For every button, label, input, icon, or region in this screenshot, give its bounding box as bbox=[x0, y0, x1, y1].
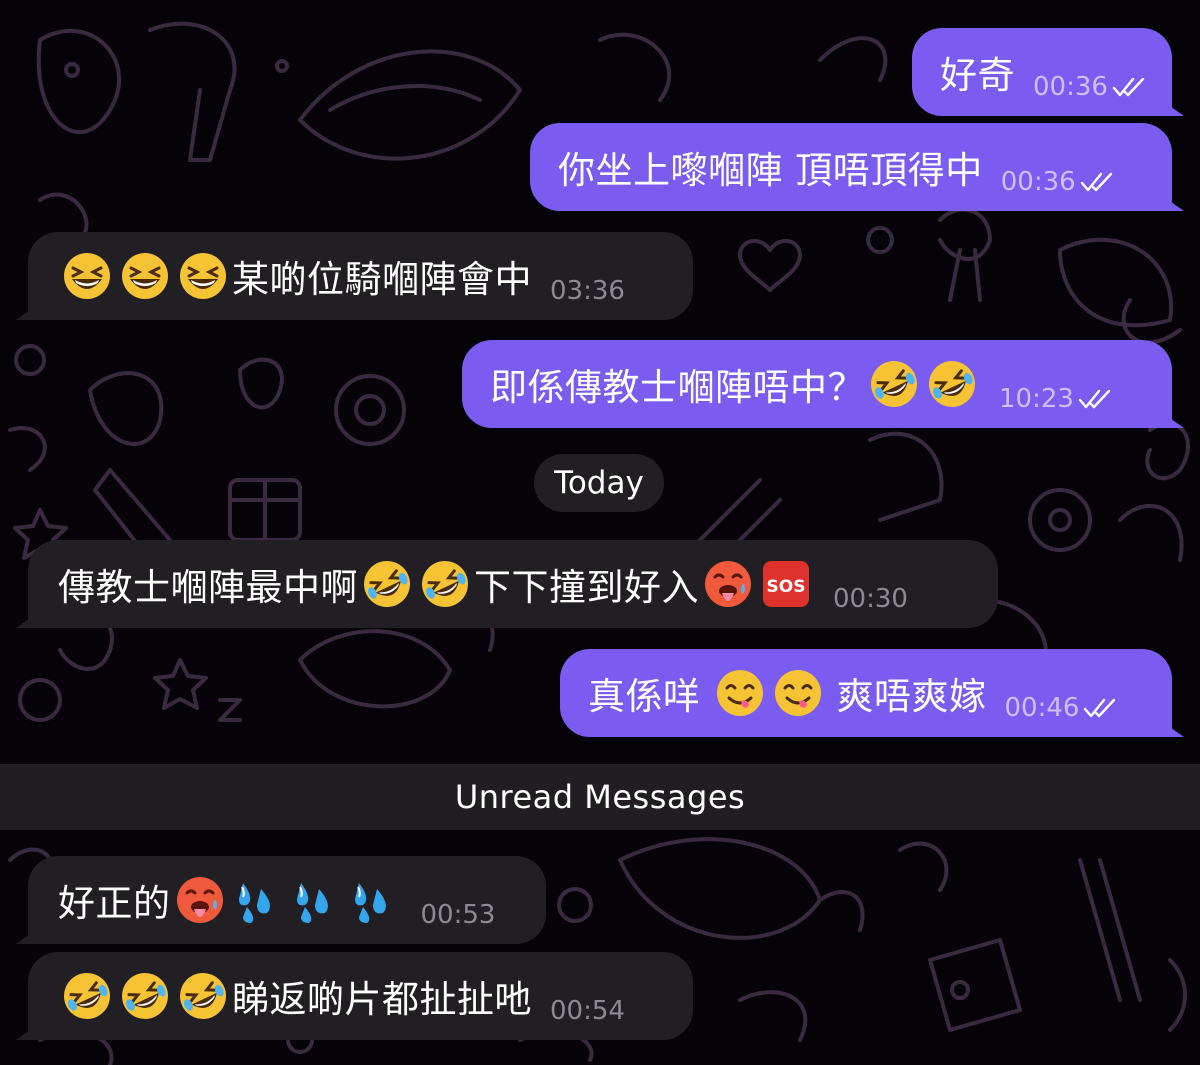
message-text: 傳教士嗰陣最中啊 bbox=[58, 566, 358, 609]
outgoing-message[interactable]: 即係傳教士嗰陣唔中？ 10:23 bbox=[462, 340, 1172, 428]
date-separator: Today bbox=[534, 454, 664, 512]
time-label: 00:46 bbox=[1004, 693, 1080, 723]
time-label: 03:36 bbox=[550, 276, 625, 306]
time-label: 00:54 bbox=[550, 996, 625, 1026]
sweat-droplets-emoji-icon bbox=[349, 875, 399, 925]
rolling-laughing-emoji-icon bbox=[120, 971, 170, 1021]
incoming-message[interactable]: 睇返啲片都扯扯吔 00:54 bbox=[28, 952, 693, 1040]
incoming-message[interactable]: 好正的 00:53 bbox=[28, 856, 546, 944]
incoming-message[interactable]: 某啲位騎嗰陣會中 03:36 bbox=[28, 232, 693, 320]
double-check-read-icon bbox=[1080, 172, 1112, 192]
sos-button-emoji-icon: SOS bbox=[761, 559, 811, 609]
rolling-laughing-emoji-icon bbox=[62, 971, 112, 1021]
time-label: 10:23 bbox=[999, 384, 1074, 414]
message-timestamp: 00:36 bbox=[1001, 167, 1116, 197]
outgoing-message[interactable]: 你坐上嚟嗰陣 頂唔頂得中 00:36 bbox=[530, 123, 1172, 211]
message-text: 睇返啲片都扯扯吔 bbox=[232, 978, 532, 1021]
grinning-squint-emoji-icon bbox=[62, 251, 112, 301]
yum-face-emoji-icon bbox=[773, 668, 823, 718]
time-label: 00:30 bbox=[833, 584, 908, 614]
rolling-laughing-emoji-icon bbox=[927, 359, 977, 409]
outgoing-message[interactable]: 好奇 00:36 bbox=[912, 28, 1172, 116]
message-timestamp: 03:36 bbox=[550, 276, 625, 306]
message-timestamp: 00:53 bbox=[421, 900, 496, 930]
message-text: 即係傳教士嗰陣唔中？ bbox=[490, 366, 865, 409]
message-timestamp: 00:46 bbox=[1005, 693, 1120, 723]
message-text: 某啲位騎嗰陣會中 bbox=[232, 258, 532, 301]
grinning-squint-emoji-icon bbox=[120, 251, 170, 301]
message-timestamp: 00:30 bbox=[833, 584, 908, 614]
message-text: 真係咩 bbox=[588, 675, 701, 718]
message-text: 爽唔爽嫁 bbox=[836, 675, 987, 718]
message-text: 你坐上嚟嗰陣 頂唔頂得中 bbox=[558, 149, 983, 192]
incoming-message[interactable]: 傳教士嗰陣最中啊 下下撞到好入 SOS 00:30 bbox=[28, 540, 998, 628]
double-check-read-icon bbox=[1112, 77, 1145, 97]
time-label: 00:36 bbox=[1000, 167, 1076, 197]
rolling-laughing-emoji-icon bbox=[420, 559, 470, 609]
message-timestamp: 10:23 bbox=[999, 384, 1114, 414]
double-check-read-icon bbox=[1078, 389, 1111, 409]
hot-face-emoji-icon bbox=[175, 875, 225, 925]
message-text: 下下撞到好入 bbox=[474, 566, 699, 609]
outgoing-message[interactable]: 真係咩 爽唔爽嫁 00:46 bbox=[560, 649, 1172, 737]
rolling-laughing-emoji-icon bbox=[869, 359, 919, 409]
message-text: 好奇 bbox=[940, 54, 1015, 97]
message-timestamp: 00:36 bbox=[1033, 72, 1148, 102]
sweat-droplets-emoji-icon bbox=[291, 875, 341, 925]
rolling-laughing-emoji-icon bbox=[362, 559, 412, 609]
time-label: 00:53 bbox=[420, 900, 496, 930]
unread-messages-divider: Unread Messages bbox=[0, 764, 1200, 830]
yum-face-emoji-icon bbox=[715, 668, 765, 718]
message-timestamp: 00:54 bbox=[550, 996, 625, 1026]
hot-face-emoji-icon bbox=[703, 559, 753, 609]
double-check-read-icon bbox=[1084, 698, 1116, 718]
sweat-droplets-emoji-icon bbox=[233, 875, 283, 925]
grinning-squint-emoji-icon bbox=[178, 251, 228, 301]
chat-message-list[interactable]: 好奇 00:36 你坐上嚟嗰陣 頂唔頂得中 00:36 某啲位騎嗰陣會中 03:… bbox=[0, 0, 1200, 1065]
svg-text:SOS: SOS bbox=[767, 577, 806, 597]
rolling-laughing-emoji-icon bbox=[178, 971, 228, 1021]
message-text: 好正的 bbox=[58, 882, 171, 925]
time-label: 00:36 bbox=[1033, 72, 1108, 102]
